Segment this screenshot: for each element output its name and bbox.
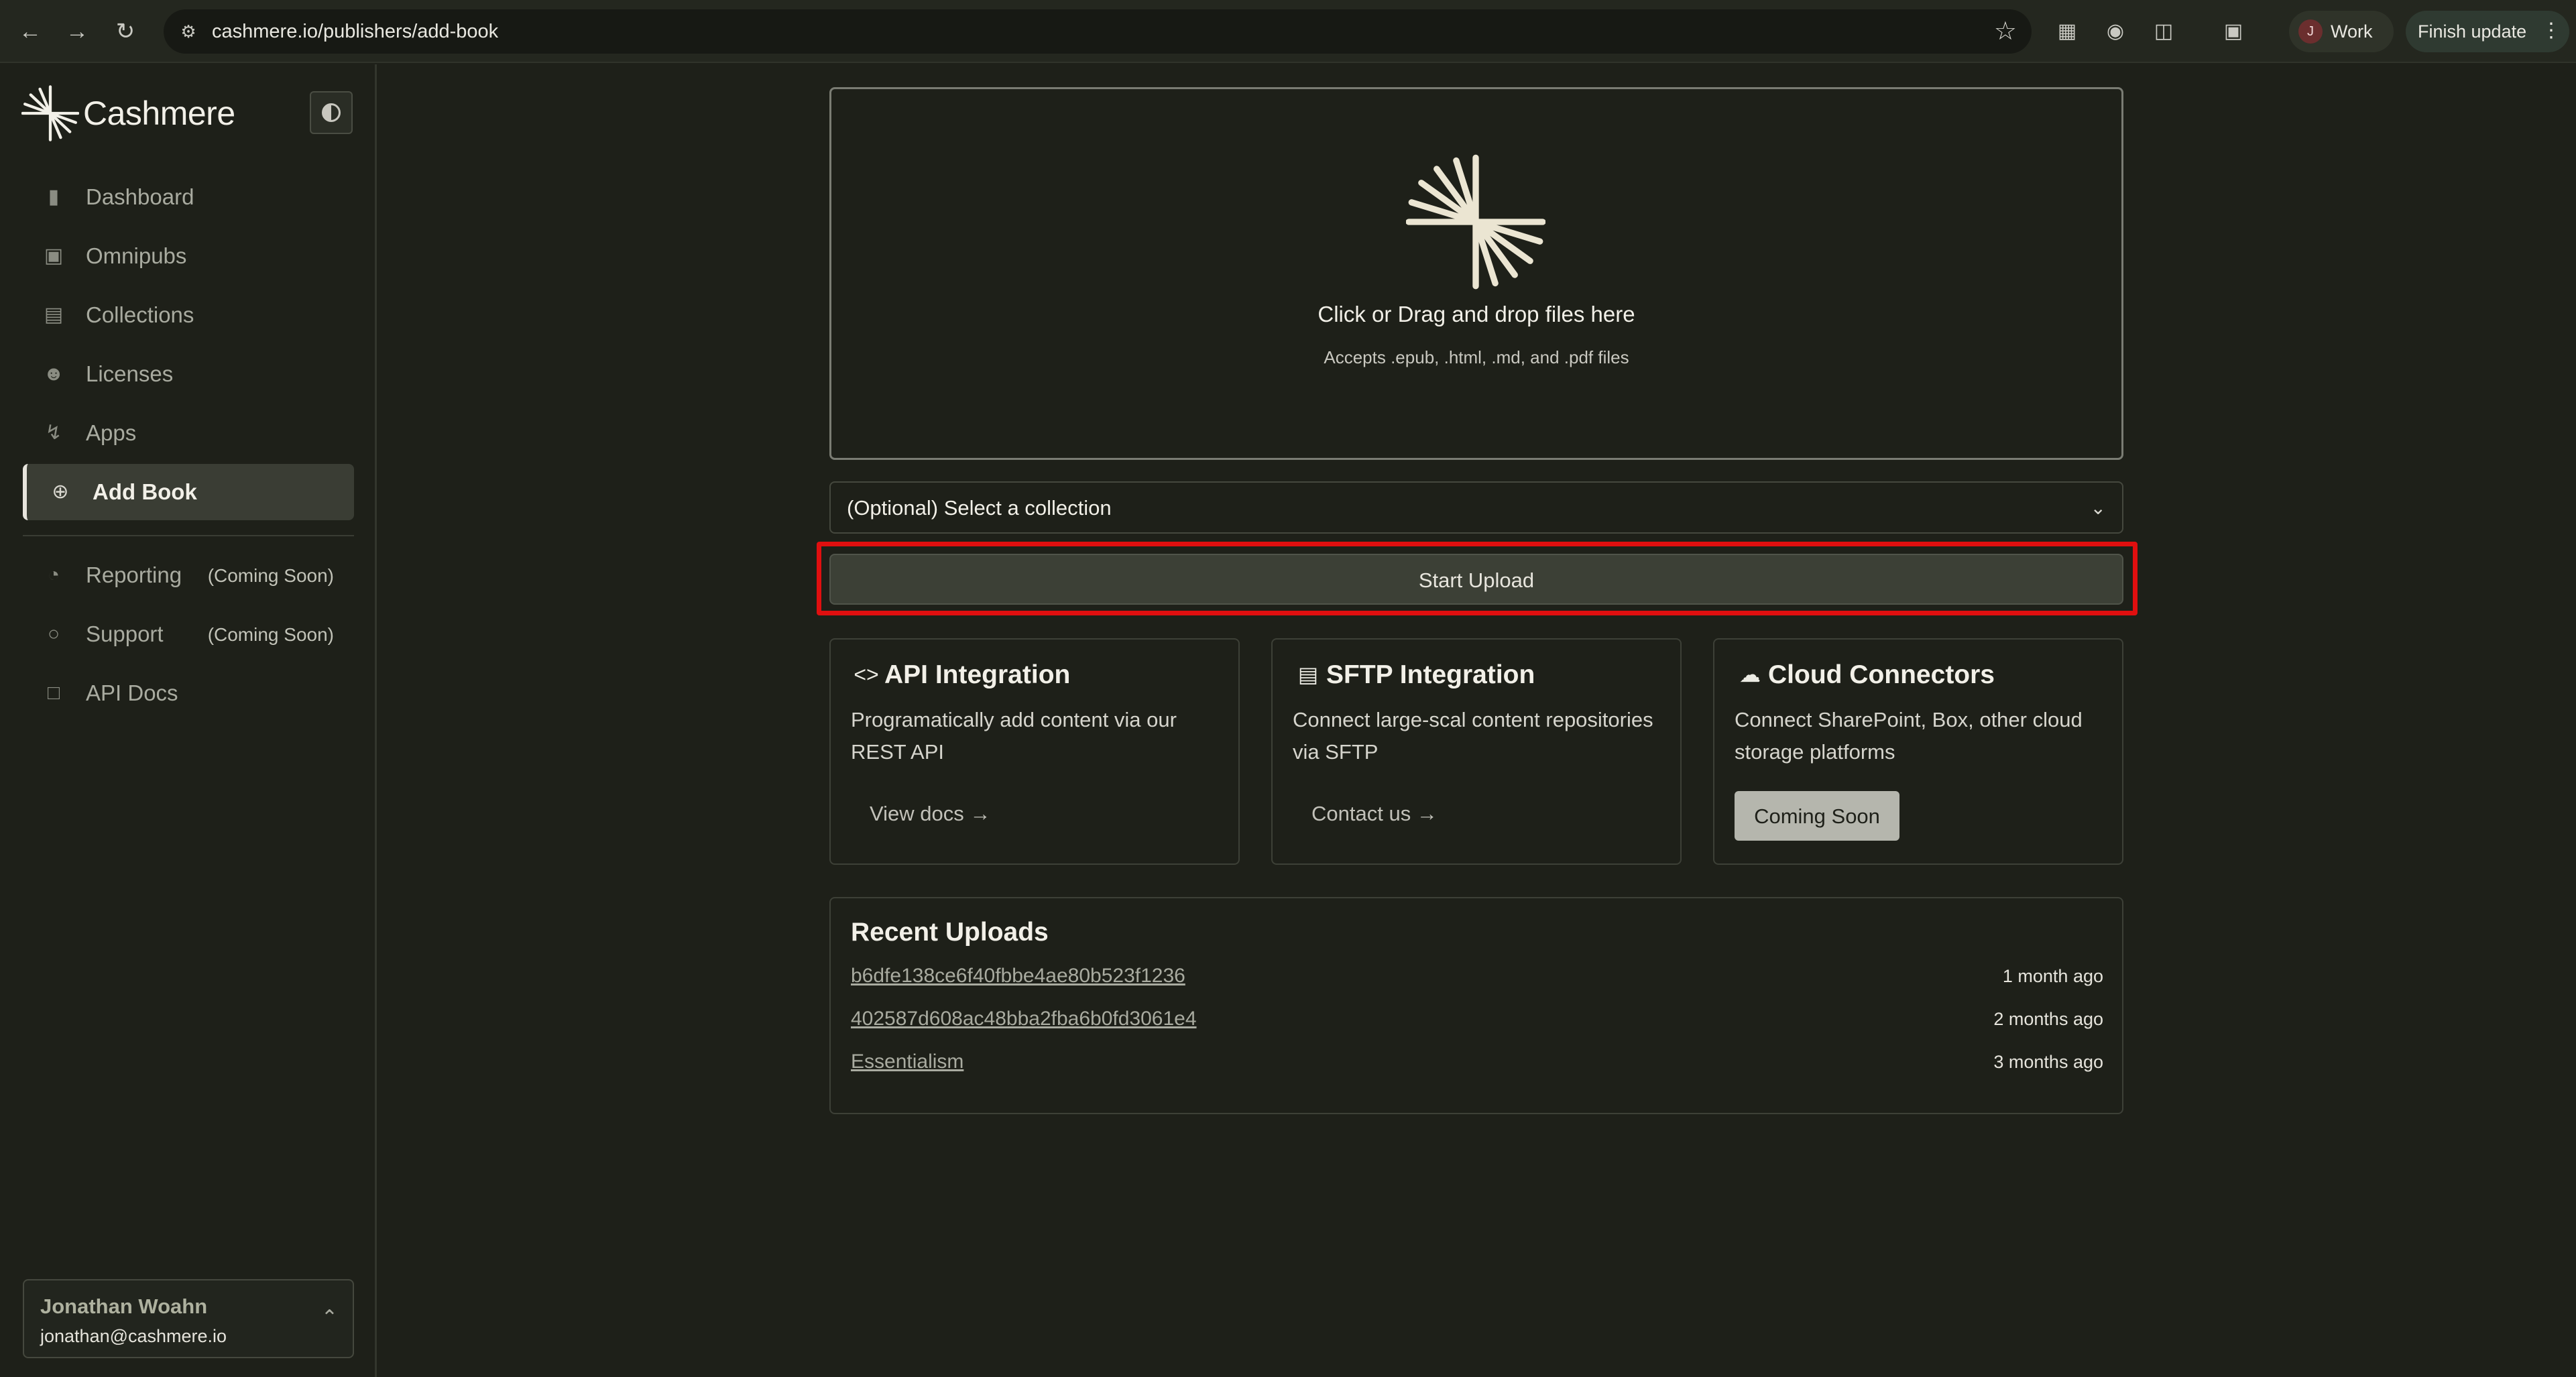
sidebar-item-label: Support — [86, 621, 164, 646]
sidebar-item-api-docs[interactable]: □ API Docs — [23, 665, 354, 721]
list-item: 402587d608ac48bba2fba6b0fd3061e4 2 month… — [851, 1006, 2103, 1034]
collection-select-value: (Optional) Select a collection — [847, 496, 1112, 520]
forward-icon[interactable]: → — [62, 16, 93, 47]
user-menu[interactable]: Jonathan Woahn jonathan@cashmere.io ⌃ — [23, 1279, 354, 1358]
sidebar-item-label: Omnipubs — [86, 243, 187, 268]
document-icon: □ — [47, 682, 60, 704]
contact-us-link[interactable]: Contact us → — [1311, 800, 1438, 827]
book-open-icon: ▣ — [44, 245, 64, 267]
chevron-up-icon[interactable]: ⌃ — [321, 1305, 338, 1331]
cloud-icon: ☁ — [1739, 662, 1761, 686]
logo-text: Cashmere — [83, 95, 235, 132]
puzzle-extensions-icon[interactable]: ◫ — [2150, 17, 2178, 46]
avatar: J — [2298, 19, 2323, 44]
upload-link[interactable]: 402587d608ac48bba2fba6b0fd3061e4 — [851, 1006, 1197, 1032]
pie-chart-icon: ◔ — [47, 564, 60, 586]
code-icon: <> — [854, 662, 879, 686]
sftp-integration-card: ▤ SFTP Integration Connect large-scal co… — [1271, 638, 1682, 865]
server-icon: ▤ — [1297, 662, 1319, 686]
cloud-connectors-card: ☁ Cloud Connectors Connect SharePoint, B… — [1713, 638, 2123, 865]
color-wheel-extension-icon[interactable]: ◉ — [2101, 17, 2129, 46]
user-name: Jonathan Woahn — [40, 1295, 208, 1318]
bookmark-star-icon[interactable]: ☆ — [1994, 17, 2017, 46]
recent-uploads-title: Recent Uploads — [851, 918, 1049, 947]
file-dropzone[interactable]: Click or Drag and drop files here Accept… — [829, 87, 2123, 460]
coming-soon-tag: (Coming Soon) — [207, 624, 334, 645]
sidebar-item-label: API Docs — [86, 680, 178, 705]
user-email: jonathan@cashmere.io — [40, 1326, 227, 1346]
reload-icon[interactable]: ↻ — [110, 16, 141, 47]
highlight-box — [817, 542, 2138, 615]
cashmere-logo-icon — [21, 85, 79, 141]
sidebar-item-label: Dashboard — [86, 184, 194, 209]
extension-icon[interactable]: ▦ — [2053, 17, 2081, 46]
sidebar: Cashmere ▮ Dashboard ▣ Omnipubs ▤ Collec… — [0, 64, 377, 1377]
view-docs-link[interactable]: View docs → — [870, 800, 990, 827]
card-title: API Integration — [884, 660, 1071, 689]
sidebar-item-label: Add Book — [93, 479, 197, 504]
sidebar-item-reporting[interactable]: ◔ Reporting (Coming Soon) — [23, 547, 354, 603]
bar-chart-icon: ▮ — [48, 186, 60, 208]
card-title: Cloud Connectors — [1768, 660, 1995, 689]
users-icon: ☻ — [43, 363, 64, 385]
sidebar-item-collections[interactable]: ▤ Collections — [23, 287, 354, 343]
finish-update-label: Finish update — [2418, 21, 2527, 42]
collection-select[interactable]: (Optional) Select a collection ⌄ — [829, 481, 2123, 534]
back-icon[interactable]: ← — [15, 16, 46, 47]
dropzone-title: Click or Drag and drop files here — [1318, 302, 1635, 326]
sidebar-item-licenses[interactable]: ☻ Licenses — [23, 346, 354, 402]
list-item: b6dfe138ce6f40fbbe4ae80b523f1236 1 month… — [851, 963, 2103, 991]
site-settings-icon[interactable]: ⚙ — [177, 20, 200, 43]
sidebar-divider — [23, 535, 354, 536]
cashmere-upload-icon — [1406, 154, 1545, 290]
sidebar-item-omnipubs[interactable]: ▣ Omnipubs — [23, 228, 354, 284]
profile-label: Work — [2331, 21, 2373, 42]
sidebar-item-label: Collections — [86, 302, 194, 327]
theme-toggle-button[interactable] — [310, 91, 353, 134]
sidebar-item-label: Apps — [86, 420, 137, 445]
url-text[interactable]: cashmere.io/publishers/add-book — [212, 19, 498, 44]
plus-circle-icon: ⊕ — [52, 481, 69, 503]
upload-time: 3 months ago — [1993, 1052, 2103, 1072]
more-menu-icon[interactable]: ⋮ — [2541, 19, 2561, 43]
card-description: Programatically add content via our REST… — [851, 708, 1177, 764]
coming-soon-tag: (Coming Soon) — [207, 565, 334, 586]
stack-icon: ▤ — [44, 304, 64, 326]
finish-update-button[interactable]: Finish update ⋮ — [2406, 11, 2569, 52]
tab-search-icon[interactable]: ▣ — [2219, 17, 2247, 46]
bolt-icon: ↯ — [45, 422, 62, 444]
coming-soon-button[interactable]: Coming Soon — [1735, 791, 1899, 841]
dropzone-subtitle: Accepts .epub, .html, .md, and .pdf file… — [1324, 347, 1629, 367]
recent-uploads-panel: Recent Uploads b6dfe138ce6f40fbbe4ae80b5… — [829, 897, 2123, 1114]
card-title: SFTP Integration — [1326, 660, 1535, 689]
address-bar[interactable]: ⚙ cashmere.io/publishers/add-book ☆ — [164, 9, 2032, 54]
upload-link[interactable]: Essentialism — [851, 1049, 963, 1075]
chevron-down-icon: ⌄ — [2090, 497, 2106, 518]
sidebar-item-label: Reporting — [86, 562, 182, 587]
sidebar-item-apps[interactable]: ↯ Apps — [23, 405, 354, 461]
card-description: Connect large-scal content repositories … — [1293, 708, 1653, 764]
sidebar-item-dashboard[interactable]: ▮ Dashboard — [23, 169, 354, 225]
list-item: Essentialism 3 months ago — [851, 1049, 2103, 1077]
card-description: Connect SharePoint, Box, other cloud sto… — [1735, 708, 2083, 764]
contrast-icon — [322, 103, 341, 122]
sidebar-item-support[interactable]: ○ Support (Coming Soon) — [23, 606, 354, 662]
upload-link[interactable]: b6dfe138ce6f40fbbe4ae80b523f1236 — [851, 963, 1185, 990]
coming-soon-label: Coming Soon — [1754, 804, 1880, 828]
upload-time: 2 months ago — [1993, 1009, 2103, 1029]
upload-time: 1 month ago — [2002, 966, 2103, 986]
chat-bubble-icon: ○ — [47, 623, 60, 645]
browser-toolbar: ← → ↻ ⚙ cashmere.io/publishers/add-book … — [0, 0, 2576, 63]
profile-button[interactable]: J Work — [2289, 11, 2394, 52]
sidebar-item-add-book[interactable]: ⊕ Add Book — [23, 464, 354, 520]
sidebar-item-label: Licenses — [86, 361, 174, 386]
api-integration-card: <> API Integration Programatically add c… — [829, 638, 1240, 865]
